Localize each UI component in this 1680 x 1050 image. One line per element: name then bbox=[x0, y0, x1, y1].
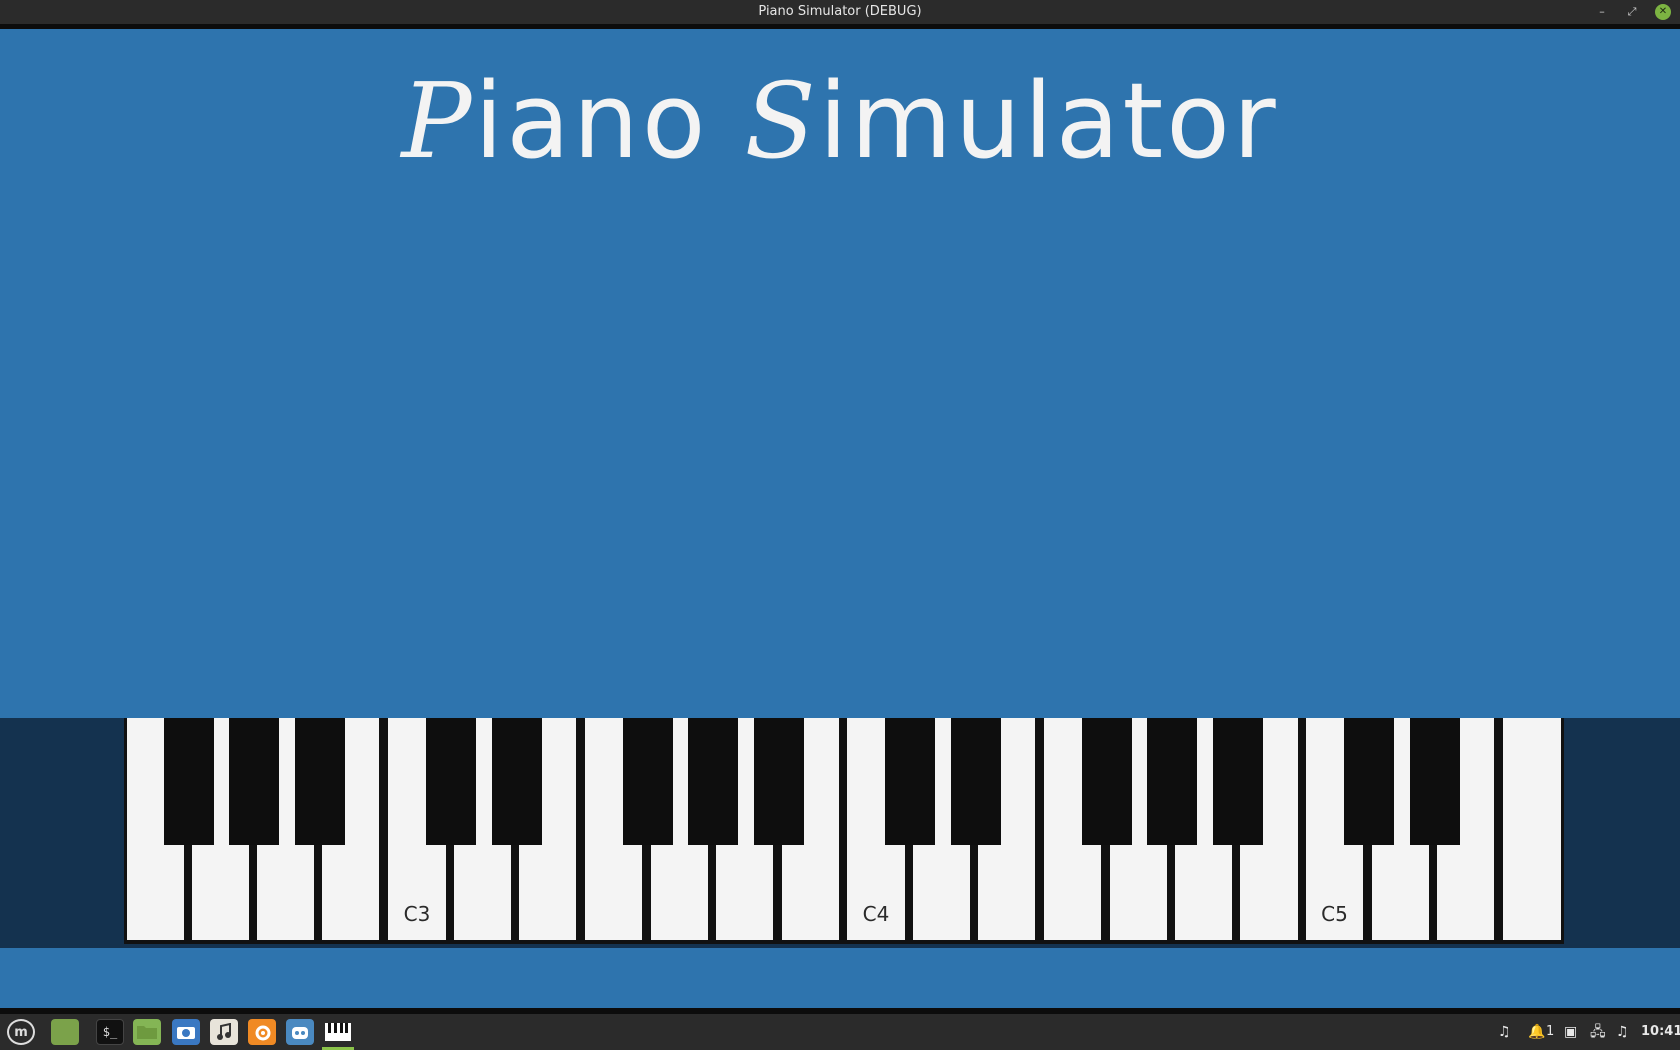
black-key[interactable] bbox=[688, 718, 738, 845]
blender-logo-icon bbox=[255, 1025, 271, 1041]
music-player-icon[interactable] bbox=[210, 1019, 238, 1045]
black-key[interactable] bbox=[295, 718, 345, 845]
notification-count: 1 bbox=[1546, 1024, 1555, 1039]
black-key[interactable] bbox=[951, 718, 1001, 845]
mint-menu-icon[interactable]: m bbox=[7, 1019, 35, 1045]
screenshot-icon[interactable] bbox=[172, 1019, 200, 1045]
black-key[interactable] bbox=[1344, 718, 1394, 845]
black-key[interactable] bbox=[623, 718, 673, 845]
note-label-c5: C5 bbox=[1321, 902, 1348, 926]
piano-app-icon[interactable] bbox=[324, 1019, 352, 1045]
music-note-icon bbox=[217, 1023, 231, 1040]
godot-icon[interactable] bbox=[286, 1019, 314, 1045]
notification-tray-icon[interactable]: 🔔 bbox=[1528, 1022, 1545, 1042]
minimize-button[interactable]: – bbox=[1594, 4, 1610, 20]
black-key[interactable] bbox=[1213, 718, 1263, 845]
media-tray-icon[interactable]: ♫ bbox=[1616, 1022, 1629, 1042]
network-tray-icon[interactable]: 🖧 bbox=[1590, 1022, 1606, 1042]
black-key[interactable] bbox=[1082, 718, 1132, 845]
app-top-border bbox=[0, 24, 1680, 29]
app-title-rest-1: iano bbox=[474, 60, 745, 182]
app-title-rest-2: imulator bbox=[818, 60, 1279, 182]
camera-icon bbox=[177, 1027, 195, 1039]
app-title-cap-2: S bbox=[744, 60, 819, 182]
maximize-button[interactable]: ⤢ bbox=[1624, 4, 1640, 20]
app-title-cap-1: P bbox=[401, 60, 475, 182]
black-key[interactable] bbox=[229, 718, 279, 845]
files-icon[interactable] bbox=[133, 1019, 161, 1045]
godot-logo-icon bbox=[292, 1027, 308, 1039]
black-key[interactable] bbox=[426, 718, 476, 845]
terminal-icon[interactable]: $_ bbox=[96, 1019, 124, 1045]
black-key[interactable] bbox=[754, 718, 804, 845]
note-label-c3: C3 bbox=[403, 902, 431, 926]
black-key[interactable] bbox=[1147, 718, 1197, 845]
folder-icon bbox=[137, 1026, 157, 1039]
taskbar: m $_ bbox=[0, 1014, 1680, 1050]
piano-keyboard[interactable]: C3 C4 C5 bbox=[124, 718, 1564, 944]
black-key[interactable] bbox=[164, 718, 214, 845]
note-label-c4: C4 bbox=[862, 902, 890, 926]
close-button[interactable]: ✕ bbox=[1655, 4, 1671, 20]
piano-keys-icon bbox=[325, 1023, 351, 1041]
black-key[interactable] bbox=[885, 718, 935, 845]
black-key[interactable] bbox=[492, 718, 542, 845]
white-key[interactable] bbox=[1503, 718, 1561, 940]
app-title: Piano Simulator bbox=[0, 60, 1680, 182]
blender-icon[interactable] bbox=[248, 1019, 276, 1045]
clock[interactable]: 10:41 bbox=[1641, 1022, 1680, 1042]
sound-tray-icon[interactable]: ♫ bbox=[1498, 1022, 1511, 1042]
window-title: Piano Simulator (DEBUG) bbox=[758, 4, 922, 19]
window-titlebar[interactable]: Piano Simulator (DEBUG) – ⤢ ✕ bbox=[0, 0, 1680, 24]
black-key[interactable] bbox=[1410, 718, 1460, 845]
display-tray-icon[interactable]: ▣ bbox=[1564, 1022, 1577, 1042]
show-desktop-icon[interactable] bbox=[51, 1019, 79, 1045]
